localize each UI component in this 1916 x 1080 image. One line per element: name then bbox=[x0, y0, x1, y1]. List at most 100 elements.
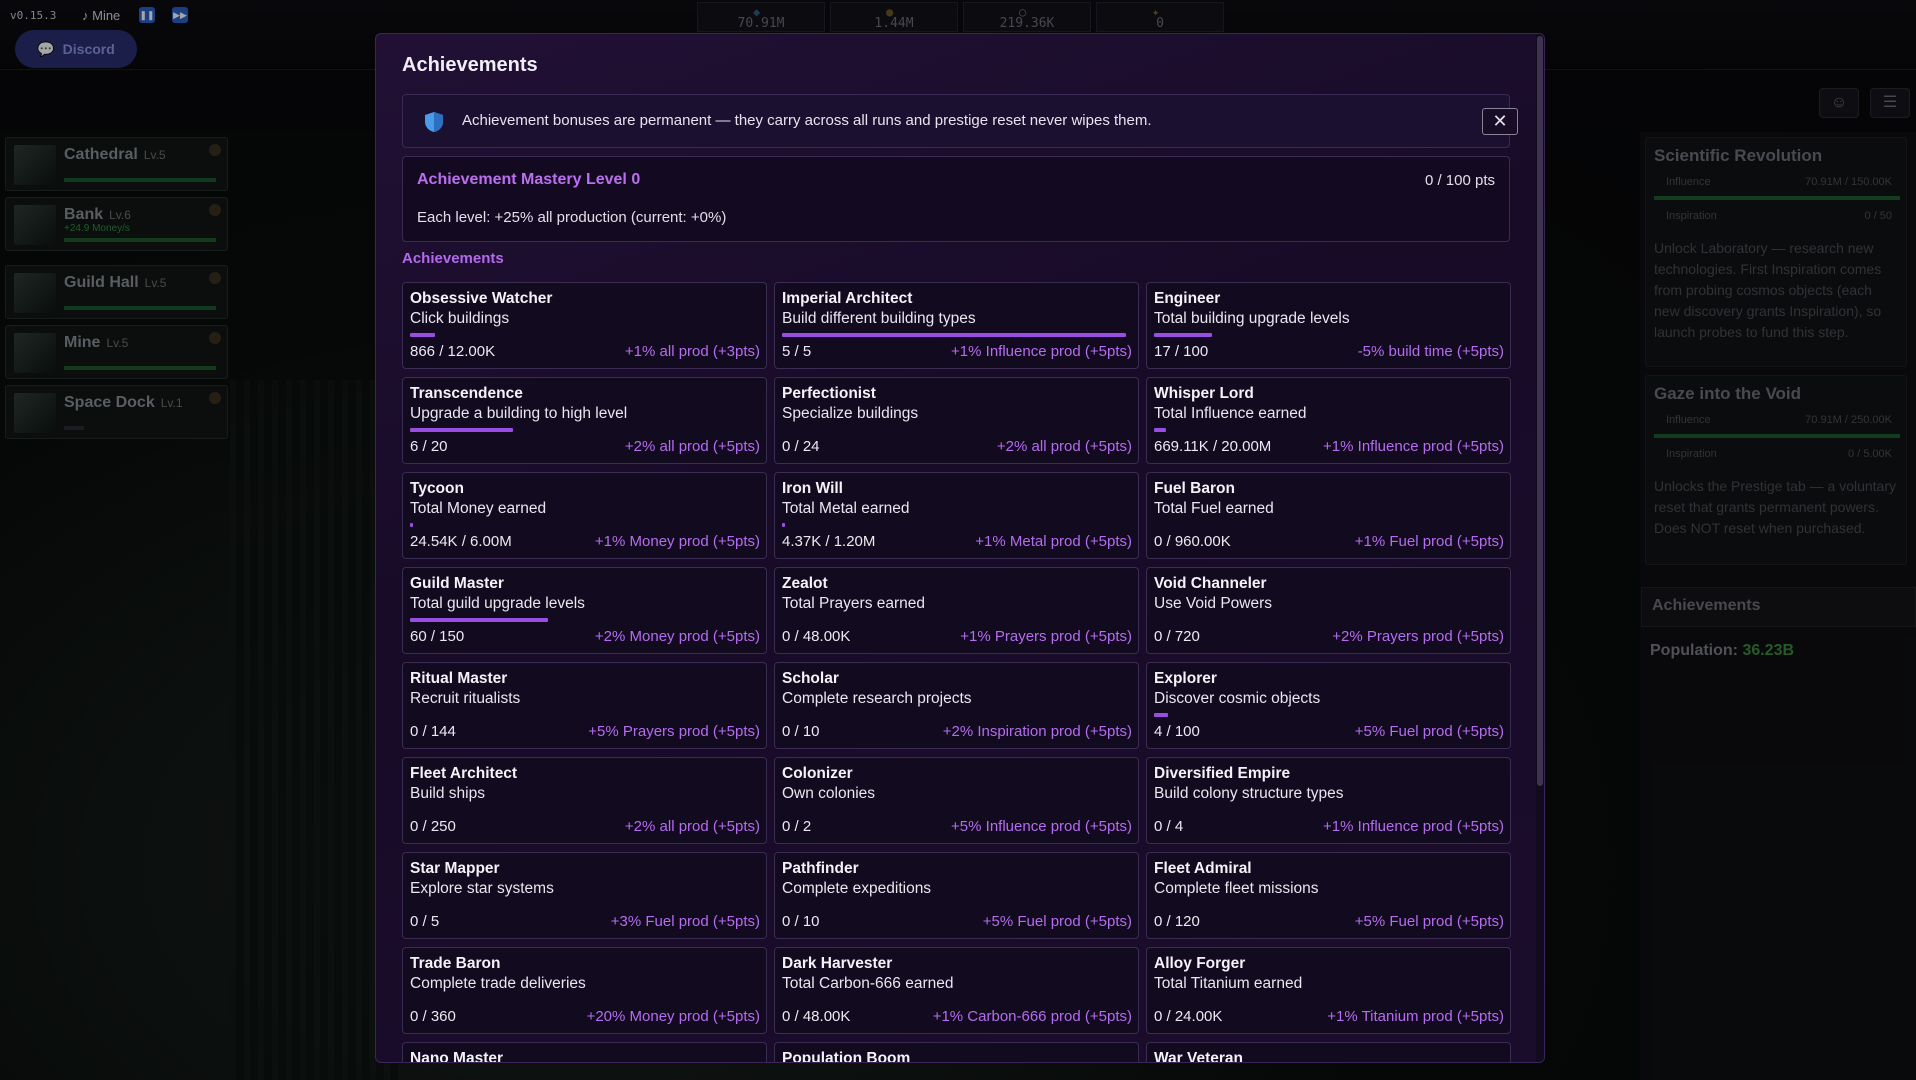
achievement-progress-bar bbox=[782, 903, 1126, 907]
achievement-progress: 0 / 250 bbox=[410, 818, 456, 835]
info-message: Achievement bonuses are permanent — they… bbox=[462, 112, 1152, 129]
achievement-progress: 0 / 2 bbox=[782, 818, 812, 835]
achievement-description: Complete expeditions bbox=[782, 880, 932, 897]
achievement-description: Recruit ritualists bbox=[410, 690, 521, 707]
achievement-reward: +1% Influence prod (+5pts) bbox=[1323, 818, 1504, 835]
achievement-card: Engineer Total building upgrade levels 17 … bbox=[1146, 282, 1511, 369]
achievement-reward: +1% Fuel prod (+5pts) bbox=[1354, 533, 1504, 550]
achievement-description: Upgrade a building to high level bbox=[410, 405, 628, 422]
achievement-card: Ritual Master Recruit ritualists 0 / 144 +5… bbox=[402, 662, 767, 749]
achievement-progress: 0 / 48.00K bbox=[782, 1008, 851, 1025]
achievement-description: Build different building types bbox=[782, 310, 976, 327]
achievement-name: Trade Baron bbox=[410, 955, 501, 972]
achievement-name: Obsessive Watcher bbox=[410, 290, 553, 307]
achievement-progress-fill bbox=[410, 523, 414, 527]
achievement-progress-bar bbox=[1154, 903, 1498, 907]
achievement-reward: +1% Prayers prod (+5pts) bbox=[960, 628, 1132, 645]
achievement-progress: 17 / 100 bbox=[1154, 343, 1209, 360]
achievement-progress-bar bbox=[1154, 618, 1498, 622]
achievement-progress: 0 / 4 bbox=[1154, 818, 1184, 835]
achievements-grid: Obsessive Watcher Click buildings 866 / 12… bbox=[402, 282, 1512, 1063]
mastery-title: Achievement Mastery Level 0 bbox=[417, 171, 641, 188]
achievement-progress-fill bbox=[1154, 333, 1213, 337]
achievement-card: War Veteran bbox=[1146, 1042, 1511, 1063]
mastery-panel: Achievement Mastery Level 0 0 / 100 pts … bbox=[402, 156, 1510, 242]
achievement-name: Guild Master bbox=[410, 575, 504, 592]
achievement-progress: 0 / 24.00K bbox=[1154, 1008, 1223, 1025]
achievement-description: Own colonies bbox=[782, 785, 876, 802]
achievement-name: Scholar bbox=[782, 670, 839, 687]
achievement-name: Engineer bbox=[1154, 290, 1221, 307]
section-label: Achievements bbox=[402, 250, 504, 267]
achievement-name: Iron Will bbox=[782, 480, 843, 497]
achievement-progress-bar bbox=[410, 618, 754, 622]
achievement-progress-bar bbox=[1154, 523, 1498, 527]
modal-title: Achievements bbox=[402, 54, 538, 76]
achievement-name: Nano Master bbox=[410, 1050, 504, 1063]
achievement-progress: 24.54K / 6.00M bbox=[410, 533, 512, 550]
achievement-progress-bar bbox=[410, 998, 754, 1002]
achievement-progress: 60 / 150 bbox=[410, 628, 465, 645]
achievement-name: Star Mapper bbox=[410, 860, 500, 877]
achievements-modal: Achievements Achievement bonuses are per… bbox=[375, 33, 1545, 1063]
achievement-progress: 4.37K / 1.20M bbox=[782, 533, 876, 550]
achievement-name: Pathfinder bbox=[782, 860, 859, 877]
achievement-card: Imperial Architect Build different buildi… bbox=[774, 282, 1139, 369]
achievement-description: Total Money earned bbox=[410, 500, 547, 517]
achievement-description: Click buildings bbox=[410, 310, 510, 327]
achievement-description: Total building upgrade levels bbox=[1154, 310, 1350, 327]
achievement-name: Alloy Forger bbox=[1154, 955, 1246, 972]
achievement-description: Build colony structure types bbox=[1154, 785, 1344, 802]
achievement-reward: +5% Prayers prod (+5pts) bbox=[588, 723, 760, 740]
achievement-progress: 5 / 5 bbox=[782, 343, 812, 360]
achievement-card: Colonizer Own colonies 0 / 2 +5% Influence … bbox=[774, 757, 1139, 844]
achievement-card: Zealot Total Prayers earned 0 / 48.00K +1% … bbox=[774, 567, 1139, 654]
achievement-description: Discover cosmic objects bbox=[1154, 690, 1321, 707]
achievement-description: Total Prayers earned bbox=[782, 595, 926, 612]
achievement-progress: 4 / 100 bbox=[1154, 723, 1200, 740]
achievement-card: Diversified Empire Build colony structure… bbox=[1146, 757, 1511, 844]
scrollbar-thumb[interactable] bbox=[1537, 36, 1543, 786]
achievement-name: Diversified Empire bbox=[1154, 765, 1291, 782]
mastery-description: Each level: +25% all production (current… bbox=[417, 209, 727, 226]
achievement-description: Total Influence earned bbox=[1154, 405, 1307, 422]
achievement-reward: +5% Fuel prod (+5pts) bbox=[1354, 723, 1504, 740]
achievement-name: Population Boom bbox=[782, 1050, 911, 1063]
achievement-progress-bar bbox=[1154, 713, 1498, 717]
achievement-reward: +1% Carbon-666 prod (+5pts) bbox=[932, 1008, 1132, 1025]
achievement-card: Explorer Discover cosmic objects 4 / 100 +5… bbox=[1146, 662, 1511, 749]
achievement-progress-bar bbox=[1154, 998, 1498, 1002]
achievement-reward: +1% Influence prod (+5pts) bbox=[1323, 438, 1504, 455]
achievement-name: Dark Harvester bbox=[782, 955, 893, 972]
achievement-progress: 0 / 960.00K bbox=[1154, 533, 1231, 550]
achievement-progress-bar bbox=[782, 618, 1126, 622]
achievement-progress-fill bbox=[410, 618, 548, 622]
achievement-progress-bar bbox=[1154, 428, 1498, 432]
achievement-name: Void Channeler bbox=[1154, 575, 1267, 592]
achievement-progress: 0 / 360 bbox=[410, 1008, 456, 1025]
achievement-reward: +2% Money prod (+5pts) bbox=[594, 628, 760, 645]
achievement-progress-bar bbox=[782, 428, 1126, 432]
achievement-description: Explore star systems bbox=[410, 880, 554, 897]
achievement-reward: +2% all prod (+5pts) bbox=[996, 438, 1132, 455]
achievement-progress: 0 / 144 bbox=[410, 723, 456, 740]
achievement-description: Build ships bbox=[410, 785, 485, 802]
achievement-reward: +2% all prod (+5pts) bbox=[624, 438, 760, 455]
achievement-card: Perfectionist Specialize buildings 0 / 24 +… bbox=[774, 377, 1139, 464]
achievement-progress-fill bbox=[782, 523, 786, 527]
achievement-progress-bar bbox=[1154, 808, 1498, 812]
modal-scrollbar[interactable] bbox=[1536, 34, 1544, 1062]
close-icon[interactable]: ✕ bbox=[1482, 108, 1518, 135]
achievement-reward: +2% Inspiration prod (+5pts) bbox=[942, 723, 1132, 740]
achievement-name: War Veteran bbox=[1154, 1050, 1244, 1063]
achievement-progress-fill bbox=[1154, 428, 1166, 432]
achievement-description: Complete research projects bbox=[782, 690, 972, 707]
achievement-card: Obsessive Watcher Click buildings 866 / 12… bbox=[402, 282, 767, 369]
achievement-reward: +1% Influence prod (+5pts) bbox=[951, 343, 1132, 360]
achievement-progress-bar bbox=[410, 713, 754, 717]
achievement-progress-bar bbox=[782, 333, 1126, 337]
mastery-points: 0 / 100 pts bbox=[1424, 172, 1495, 189]
info-banner: Achievement bonuses are permanent — they… bbox=[402, 94, 1518, 148]
achievement-name: Fuel Baron bbox=[1154, 480, 1235, 497]
achievement-description: Total Fuel earned bbox=[1154, 500, 1274, 517]
